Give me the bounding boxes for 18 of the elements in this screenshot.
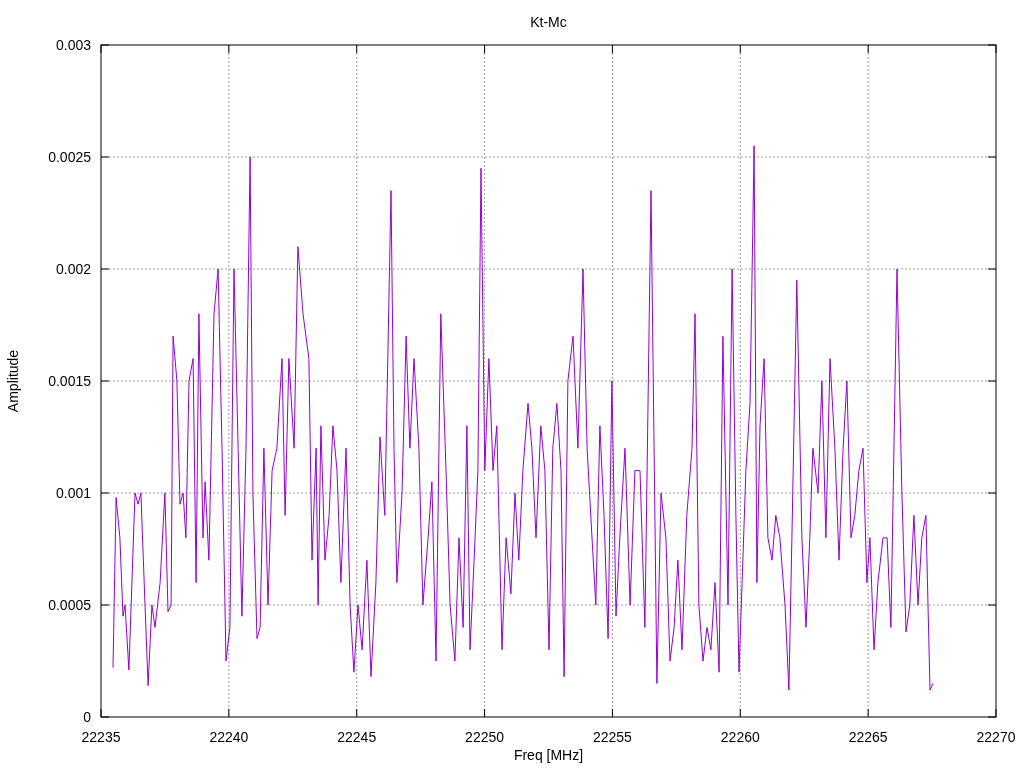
tick-label: 0.0025 bbox=[48, 149, 91, 165]
tick-label: 22235 bbox=[81, 729, 121, 745]
tick-label: 0.002 bbox=[55, 261, 91, 277]
tick-label: 0.0005 bbox=[48, 597, 91, 613]
tick-label: 0.0015 bbox=[48, 373, 91, 389]
tick-label: 22240 bbox=[209, 729, 249, 745]
chart-title: Kt-Mc bbox=[530, 14, 567, 30]
tick-label: 0 bbox=[83, 709, 91, 725]
tick-label: 22260 bbox=[720, 729, 760, 745]
tick-label: 0.001 bbox=[55, 485, 91, 501]
tick-label: 0.003 bbox=[55, 37, 91, 53]
tick-label: 22250 bbox=[465, 729, 505, 745]
tick-label: 22245 bbox=[337, 729, 377, 745]
tick-label: 22265 bbox=[848, 729, 888, 745]
axis-title: Freq [MHz] bbox=[513, 747, 584, 763]
tick-label: 22255 bbox=[592, 729, 632, 745]
axis-title: Amplitude bbox=[5, 349, 21, 413]
tick-label: 22270 bbox=[976, 729, 1016, 745]
